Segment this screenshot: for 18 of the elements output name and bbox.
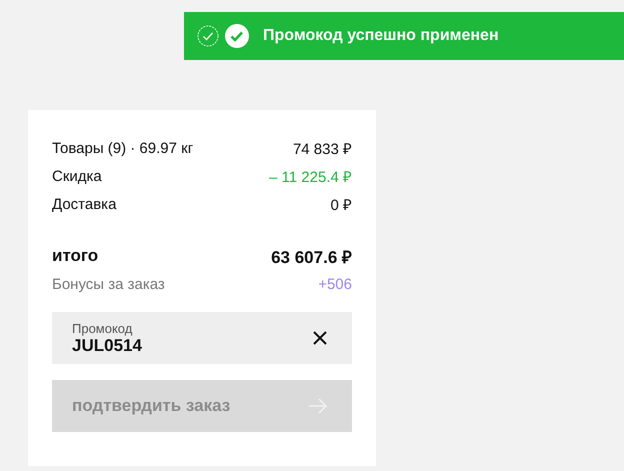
summary-label: Доставка bbox=[52, 196, 116, 212]
check-icon bbox=[225, 24, 249, 48]
close-icon[interactable] bbox=[312, 330, 328, 346]
summary-label: Товары (9) · 69.97 кг bbox=[52, 140, 194, 156]
summary-value: 74 833 ₽ bbox=[292, 140, 352, 158]
summary-value: 0 ₽ bbox=[330, 196, 352, 214]
summary-value: 63 607.6 ₽ bbox=[271, 246, 352, 268]
field-value: JUL0514 bbox=[72, 336, 142, 356]
field-label: Промокод bbox=[72, 320, 134, 336]
summary-value: – 11 225.4 ₽ bbox=[269, 168, 352, 186]
summary-label: Бонусы за заказ bbox=[52, 276, 165, 292]
toast-message: Промокод успешно применен bbox=[263, 27, 499, 45]
summary-label: итого bbox=[52, 246, 98, 266]
summary-label: Скидка bbox=[52, 168, 102, 184]
promo-code-field[interactable]: Промокод JUL0514 bbox=[52, 312, 352, 364]
summary-value: +506 bbox=[318, 276, 352, 292]
arrow-right-icon bbox=[308, 398, 328, 414]
check-icon bbox=[197, 25, 219, 47]
